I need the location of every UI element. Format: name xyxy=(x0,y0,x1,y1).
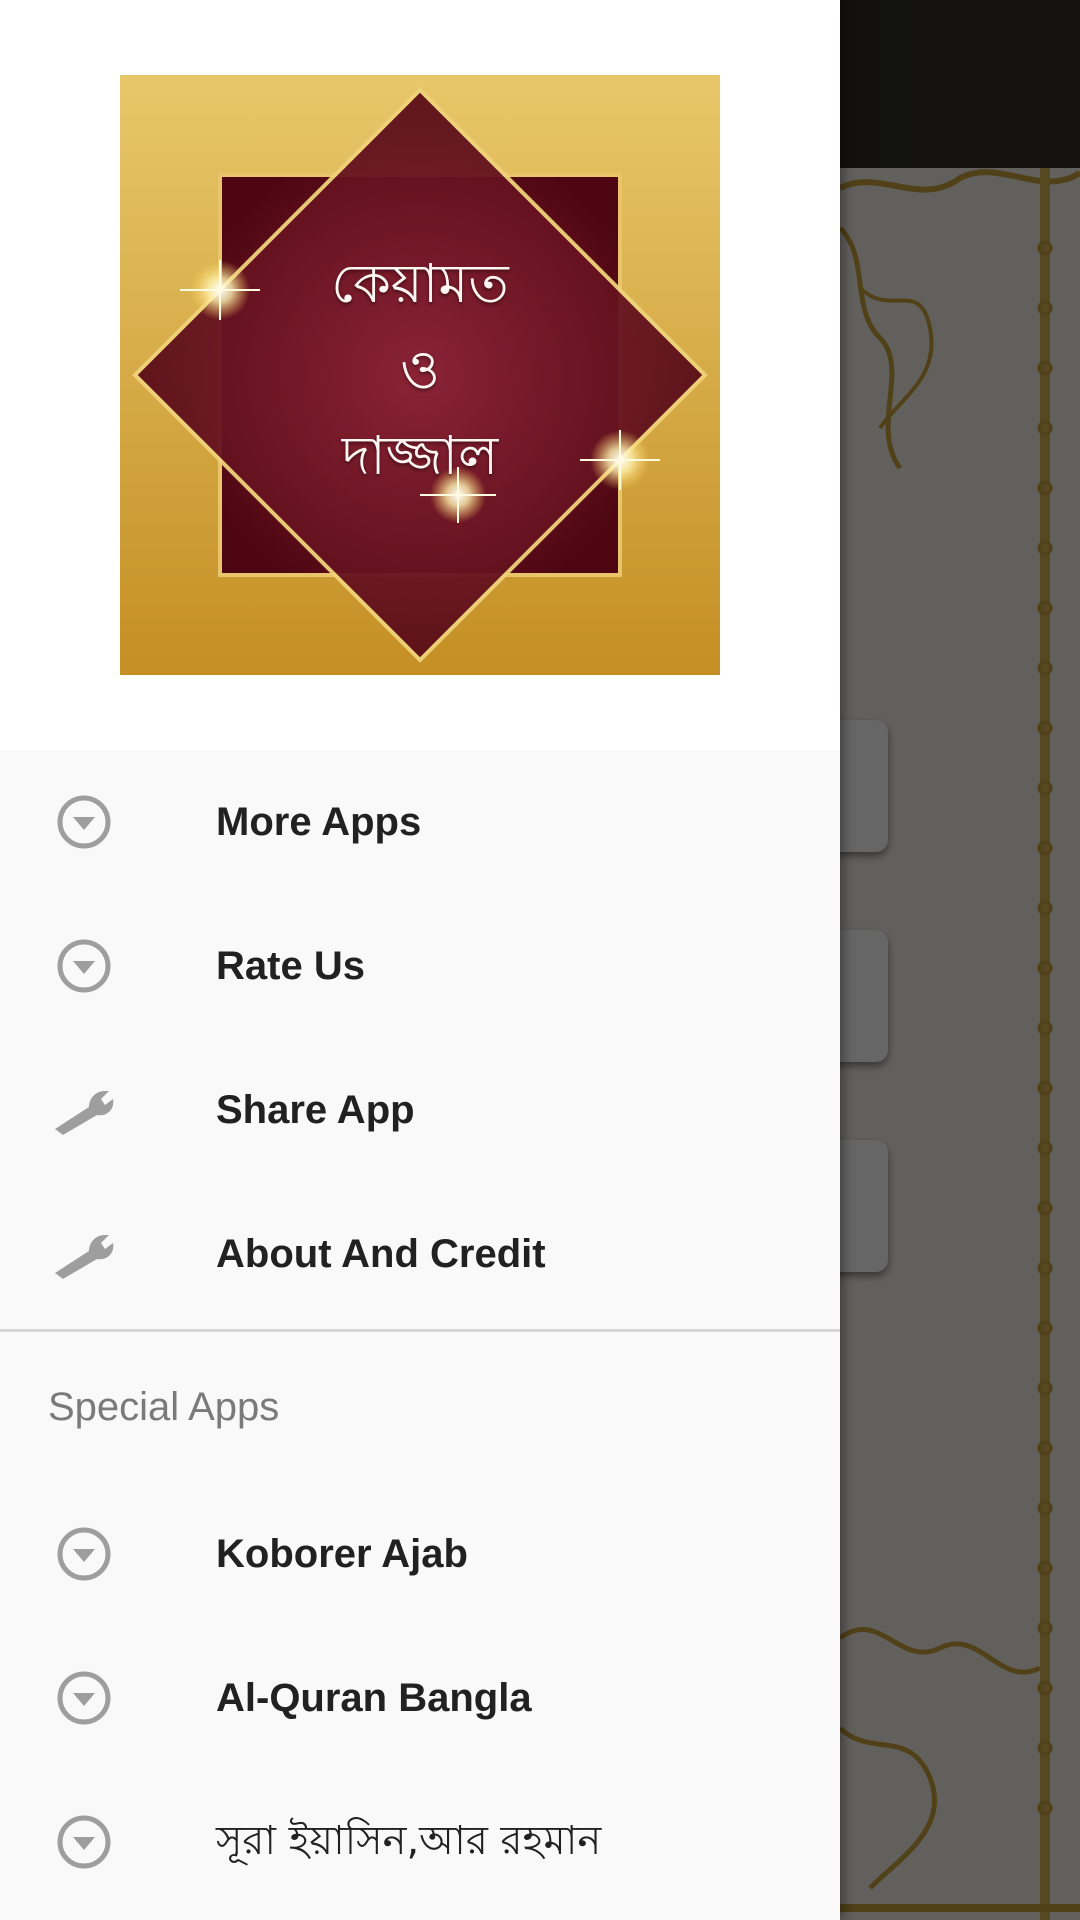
menu-item-rate-us[interactable]: Rate Us xyxy=(0,894,840,1038)
wrench-icon xyxy=(48,1222,120,1286)
logo-text-line-2: ও xyxy=(400,338,440,401)
navigation-drawer: কেয়ামত ও দাজ্জাল More Apps Rate Us Shar… xyxy=(0,0,840,1920)
logo-text-line-1: কেয়ামত xyxy=(331,252,509,315)
menu-item-al-quran-bangla[interactable]: Al-Quran Bangla xyxy=(0,1626,840,1770)
circle-chevron-down-icon xyxy=(48,934,120,998)
circle-chevron-down-icon xyxy=(48,1666,120,1730)
menu-item-label: সূরা ইয়াসিন,আর রহমান xyxy=(216,1817,602,1864)
wrench-icon xyxy=(48,1078,120,1142)
menu-item-label: More Apps xyxy=(216,799,422,844)
menu-item-about-and-credit[interactable]: About And Credit xyxy=(0,1182,840,1326)
menu-item-label: Share App xyxy=(216,1087,415,1132)
circle-chevron-down-icon xyxy=(48,790,120,854)
menu-item-sura-yasin-ar-rahman[interactable]: সূরা ইয়াসিন,আর রহমান xyxy=(0,1770,840,1914)
logo-text-line-3: দাজ্জাল xyxy=(341,424,499,487)
menu-item-share-app[interactable]: Share App xyxy=(0,1038,840,1182)
circle-chevron-down-icon xyxy=(48,1522,120,1586)
drawer-menu: More Apps Rate Us Share App About And Cr… xyxy=(0,750,840,1914)
section-title-special-apps: Special Apps xyxy=(48,1384,280,1429)
menu-item-koborer-ajab[interactable]: Koborer Ajab xyxy=(0,1482,840,1626)
drawer-header: কেয়ামত ও দাজ্জাল xyxy=(0,0,840,750)
app-logo: কেয়ামত ও দাজ্জাল xyxy=(120,75,720,675)
menu-item-label: About And Credit xyxy=(216,1231,546,1276)
menu-item-label: Al-Quran Bangla xyxy=(216,1675,532,1720)
menu-item-label: Rate Us xyxy=(216,943,365,988)
menu-item-label: Koborer Ajab xyxy=(216,1531,468,1576)
menu-item-more-apps[interactable]: More Apps xyxy=(0,750,840,894)
circle-chevron-down-icon xyxy=(48,1810,120,1874)
